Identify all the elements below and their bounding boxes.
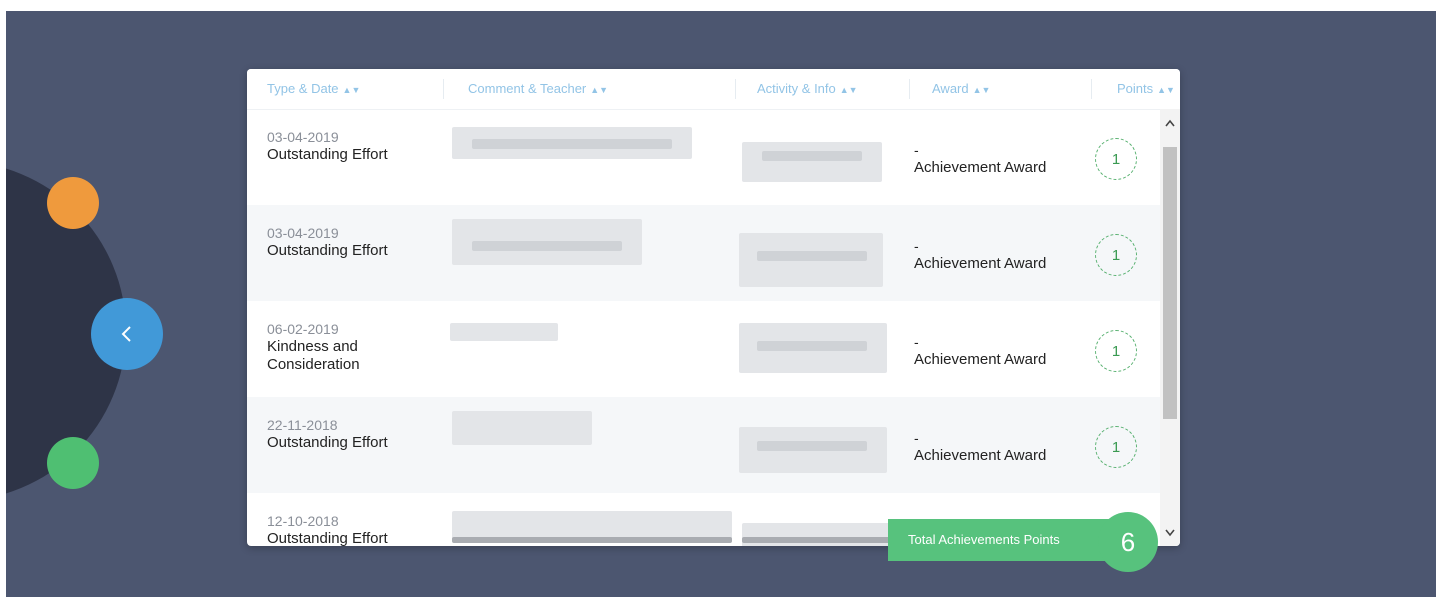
row-date: 03-04-2019 <box>267 129 339 145</box>
header-divider <box>1091 79 1092 99</box>
table-scrollbar[interactable] <box>1160 109 1180 546</box>
column-header-award[interactable]: Award ▲▼ <box>932 69 990 109</box>
column-header-activity-info[interactable]: Activity & Info ▲▼ <box>757 69 858 109</box>
redacted-activity <box>757 341 867 351</box>
redacted-activity <box>757 251 867 261</box>
chevron-up-icon <box>1165 119 1175 127</box>
table-row[interactable]: 03-04-2019 Outstanding Effort - Achievem… <box>247 205 1160 301</box>
table-row[interactable]: 22-11-2018 Outstanding Effort - Achievem… <box>247 397 1160 493</box>
points-badge[interactable]: 1 <box>1095 138 1137 180</box>
row-date: 12-10-2018 <box>267 513 339 529</box>
row-type: Outstanding Effort <box>267 146 388 163</box>
redacted-activity <box>742 537 892 543</box>
chevron-left-icon <box>121 326 131 342</box>
scrollbar-thumb[interactable] <box>1163 147 1177 419</box>
row-type: Kindness and Consideration <box>267 338 360 373</box>
row-date: 06-02-2019 <box>267 321 339 337</box>
scroll-down-arrow[interactable] <box>1160 524 1180 540</box>
points-badge[interactable]: 1 <box>1095 426 1137 468</box>
row-type: Outstanding Effort <box>267 530 388 546</box>
sort-icon[interactable]: ▲▼ <box>1157 85 1175 95</box>
row-date: 03-04-2019 <box>267 225 339 241</box>
redacted-activity <box>742 142 882 182</box>
column-header-comment-teacher[interactable]: Comment & Teacher ▲▼ <box>468 69 608 109</box>
redacted-comment <box>472 139 672 149</box>
table-row[interactable]: 06-02-2019 Kindness and Consideration - … <box>247 301 1160 397</box>
award-prefix: - <box>914 142 919 158</box>
chevron-down-icon <box>1165 529 1175 537</box>
award-prefix: - <box>914 238 919 254</box>
table-header: Type & Date ▲▼ Comment & Teacher ▲▼ Activi… <box>247 69 1180 110</box>
row-date: 22-11-2018 <box>267 417 338 433</box>
sort-icon[interactable]: ▲▼ <box>590 85 608 95</box>
nav-dot-green[interactable] <box>47 437 99 489</box>
redacted-comment <box>450 323 558 341</box>
redacted-activity <box>762 151 862 161</box>
table-body: 03-04-2019 Outstanding Effort - Achievem… <box>247 109 1160 546</box>
header-divider <box>443 79 444 99</box>
award-name: Achievement Award <box>914 447 1047 464</box>
back-button[interactable] <box>91 298 163 370</box>
redacted-comment <box>472 241 622 251</box>
header-divider <box>735 79 736 99</box>
redacted-comment <box>452 411 592 445</box>
points-badge[interactable]: 1 <box>1095 234 1137 276</box>
sort-icon[interactable]: ▲▼ <box>973 85 991 95</box>
total-points-label: Total Achievements Points <box>888 519 1114 561</box>
scroll-up-arrow[interactable] <box>1160 115 1180 131</box>
column-header-type-date[interactable]: Type & Date ▲▼ <box>267 69 360 109</box>
award-name: Achievement Award <box>914 351 1047 368</box>
achievements-table-panel: Type & Date ▲▼ Comment & Teacher ▲▼ Activi… <box>247 69 1180 546</box>
sort-icon[interactable]: ▲▼ <box>840 85 858 95</box>
redacted-activity <box>757 441 867 451</box>
points-badge[interactable]: 1 <box>1095 330 1137 372</box>
column-header-points[interactable]: Points ▲▼ <box>1117 69 1175 109</box>
row-type: Outstanding Effort <box>267 242 388 259</box>
row-type: Outstanding Effort <box>267 434 388 451</box>
nav-dot-orange[interactable] <box>47 177 99 229</box>
redacted-comment <box>452 537 732 543</box>
table-row[interactable]: 03-04-2019 Outstanding Effort - Achievem… <box>247 109 1160 205</box>
award-name: Achievement Award <box>914 255 1047 272</box>
sort-icon[interactable]: ▲▼ <box>343 85 361 95</box>
award-prefix: - <box>914 334 919 350</box>
total-points-value: 6 <box>1098 512 1158 572</box>
award-prefix: - <box>914 430 919 446</box>
header-divider <box>909 79 910 99</box>
award-name: Achievement Award <box>914 159 1047 176</box>
